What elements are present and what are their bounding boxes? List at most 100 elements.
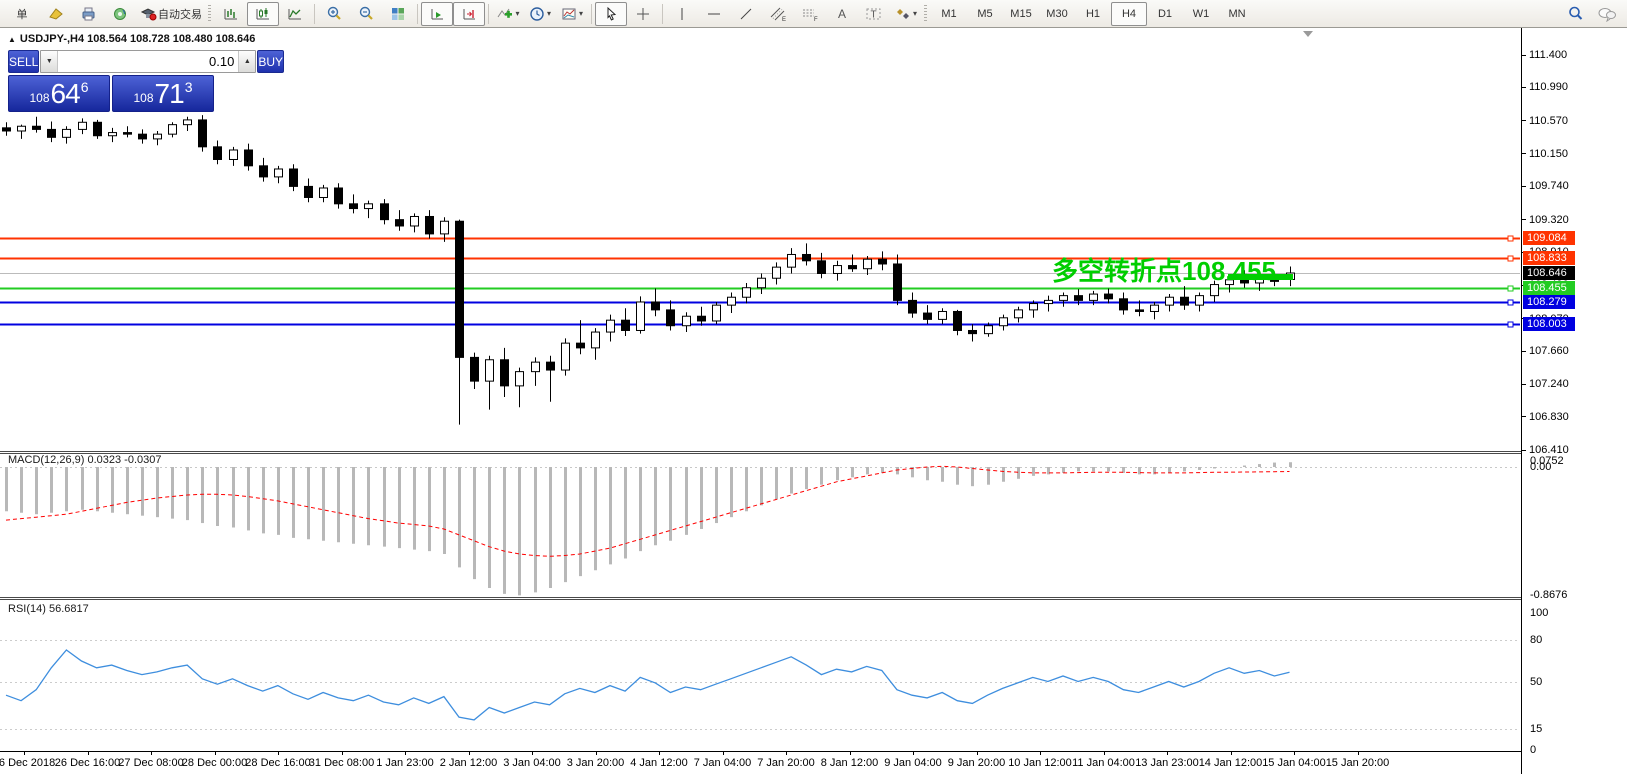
search-button[interactable] <box>1559 2 1591 26</box>
level-line-handle[interactable] <box>1508 322 1513 327</box>
text-button[interactable]: A <box>826 2 858 26</box>
arrows-dropdown-caret[interactable]: ▾ <box>913 9 917 18</box>
tick-value: 107.240 <box>1529 378 1569 390</box>
chat-button[interactable] <box>1591 2 1623 26</box>
volume-increment-button[interactable]: ▲ <box>238 51 255 72</box>
tick-value: 110.990 <box>1529 81 1568 93</box>
time-axis-label: 28 Dec 16:00 <box>245 757 310 769</box>
macd-axis-value: 0.00 <box>1530 461 1551 473</box>
timeframe-button-w1[interactable]: W1 <box>1183 2 1219 26</box>
level-line-handle[interactable] <box>1508 286 1513 291</box>
volume-input[interactable] <box>58 51 238 72</box>
time-tick <box>723 752 724 755</box>
candle-body <box>456 221 464 357</box>
trendline-button[interactable] <box>730 2 762 26</box>
time-tick <box>1167 752 1168 755</box>
auto-scroll-button[interactable] <box>421 2 453 26</box>
toolbar-grip2[interactable] <box>924 5 927 23</box>
buy-button[interactable]: BUY <box>257 50 284 73</box>
indicators-button[interactable]: ▾ <box>492 2 524 26</box>
timeframe-button-m1[interactable]: M1 <box>931 2 967 26</box>
timeframe-button-m5[interactable]: M5 <box>967 2 1003 26</box>
price-tick: 110.990 <box>1522 81 1568 93</box>
candlestick-chart-button[interactable] <box>247 2 279 26</box>
zoom-in-button[interactable] <box>318 2 350 26</box>
macd-signal-line <box>6 466 1290 556</box>
horizontal-line-button[interactable] <box>698 2 730 26</box>
price-axis[interactable]: 111.400110.990110.570110.150109.740109.3… <box>1521 28 1627 774</box>
candle-body <box>1166 297 1174 305</box>
crosshair-button[interactable] <box>627 2 659 26</box>
pivot-annotation[interactable]: 多空转折点108.455 <box>1052 257 1276 285</box>
timeframe-button-m15[interactable]: M15 <box>1003 2 1039 26</box>
zoom-out-button[interactable] <box>350 2 382 26</box>
rsi-axis-value: 0 <box>1530 744 1536 756</box>
templates-dropdown-caret[interactable]: ▾ <box>579 9 583 18</box>
chart-shift-marker-icon[interactable] <box>1303 31 1313 37</box>
chart-shift-button[interactable] <box>453 2 485 26</box>
macd-panel-splitter[interactable] <box>0 451 1627 454</box>
line-chart-button[interactable] <box>279 2 311 26</box>
indicators-dropdown-caret[interactable]: ▾ <box>515 9 519 18</box>
broadcast-icon <box>112 6 128 22</box>
level-line-handle[interactable] <box>1508 236 1513 241</box>
timeframe-button-mn[interactable]: MN <box>1219 2 1255 26</box>
rsi-panel-splitter[interactable] <box>0 597 1627 600</box>
timeframe-button-h1[interactable]: H1 <box>1075 2 1111 26</box>
candle-body <box>969 330 977 333</box>
periods-dropdown-caret[interactable]: ▾ <box>547 9 551 18</box>
candle-body <box>985 326 993 334</box>
rsi-line <box>6 650 1290 720</box>
candle-body <box>305 186 313 197</box>
candle-body <box>1030 304 1038 310</box>
svg-text:E: E <box>782 17 786 22</box>
price-tick: 110.150 <box>1522 148 1568 160</box>
fibonacci-button[interactable]: F <box>794 2 826 26</box>
bid-price-button[interactable]: 108646 <box>8 75 110 112</box>
candle-body <box>350 204 358 209</box>
zoom-out-icon <box>358 5 375 22</box>
text-label-icon: T <box>865 6 883 22</box>
print-button[interactable] <box>72 2 104 26</box>
time-axis-label: 10 Jan 12:00 <box>1008 757 1072 769</box>
arrows-button[interactable]: ▾ <box>890 2 922 26</box>
tick-dash <box>1522 55 1526 56</box>
timeframe-button-m30[interactable]: M30 <box>1039 2 1075 26</box>
periods-button[interactable]: ▾ <box>524 2 556 26</box>
time-axis[interactable]: 26 Dec 201826 Dec 16:0027 Dec 08:0028 De… <box>0 752 1521 774</box>
time-tick <box>24 752 25 755</box>
candle-body <box>728 297 736 305</box>
time-axis-label: 9 Jan 04:00 <box>884 757 942 769</box>
bar-chart-button[interactable] <box>215 2 247 26</box>
level-line-handle[interactable] <box>1508 300 1513 305</box>
sell-button[interactable]: SELL <box>8 50 39 73</box>
text-label-button[interactable]: T <box>858 2 890 26</box>
time-axis-label: 3 Jan 20:00 <box>567 757 625 769</box>
candle-body <box>1211 285 1219 296</box>
time-axis-label: 14 Jan 12:00 <box>1199 757 1263 769</box>
news-broadcast-button[interactable] <box>104 2 136 26</box>
candle-body <box>894 264 902 300</box>
candle-body <box>139 134 147 139</box>
timeframe-button-d1[interactable]: D1 <box>1147 2 1183 26</box>
new-order-button[interactable]: 单 <box>4 2 40 26</box>
ask-price-button[interactable]: 108713 <box>112 75 214 112</box>
tile-windows-button[interactable] <box>382 2 414 26</box>
metaeditor-button[interactable] <box>40 2 72 26</box>
vertical-line-button[interactable] <box>666 2 698 26</box>
volume-decrement-button[interactable]: ▼ <box>41 51 58 72</box>
timeframe-button-h4[interactable]: H4 <box>1111 2 1147 26</box>
level-price-label: 108.455 <box>1523 281 1575 295</box>
equidistant-channel-button[interactable]: E <box>762 2 794 26</box>
collapse-triangle-icon[interactable]: ▲ <box>8 35 16 44</box>
time-axis-label: 9 Jan 20:00 <box>948 757 1006 769</box>
level-line-handle[interactable] <box>1508 256 1513 261</box>
cursor-button[interactable] <box>595 2 627 26</box>
chart-canvas[interactable] <box>0 0 1627 774</box>
autotrading-button[interactable]: 自动交易 <box>136 2 206 26</box>
candle-body <box>79 122 87 129</box>
templates-button[interactable]: ▾ <box>556 2 588 26</box>
toolbar-grip[interactable] <box>208 5 211 23</box>
candle-body <box>1015 310 1023 318</box>
time-tick <box>532 752 533 755</box>
